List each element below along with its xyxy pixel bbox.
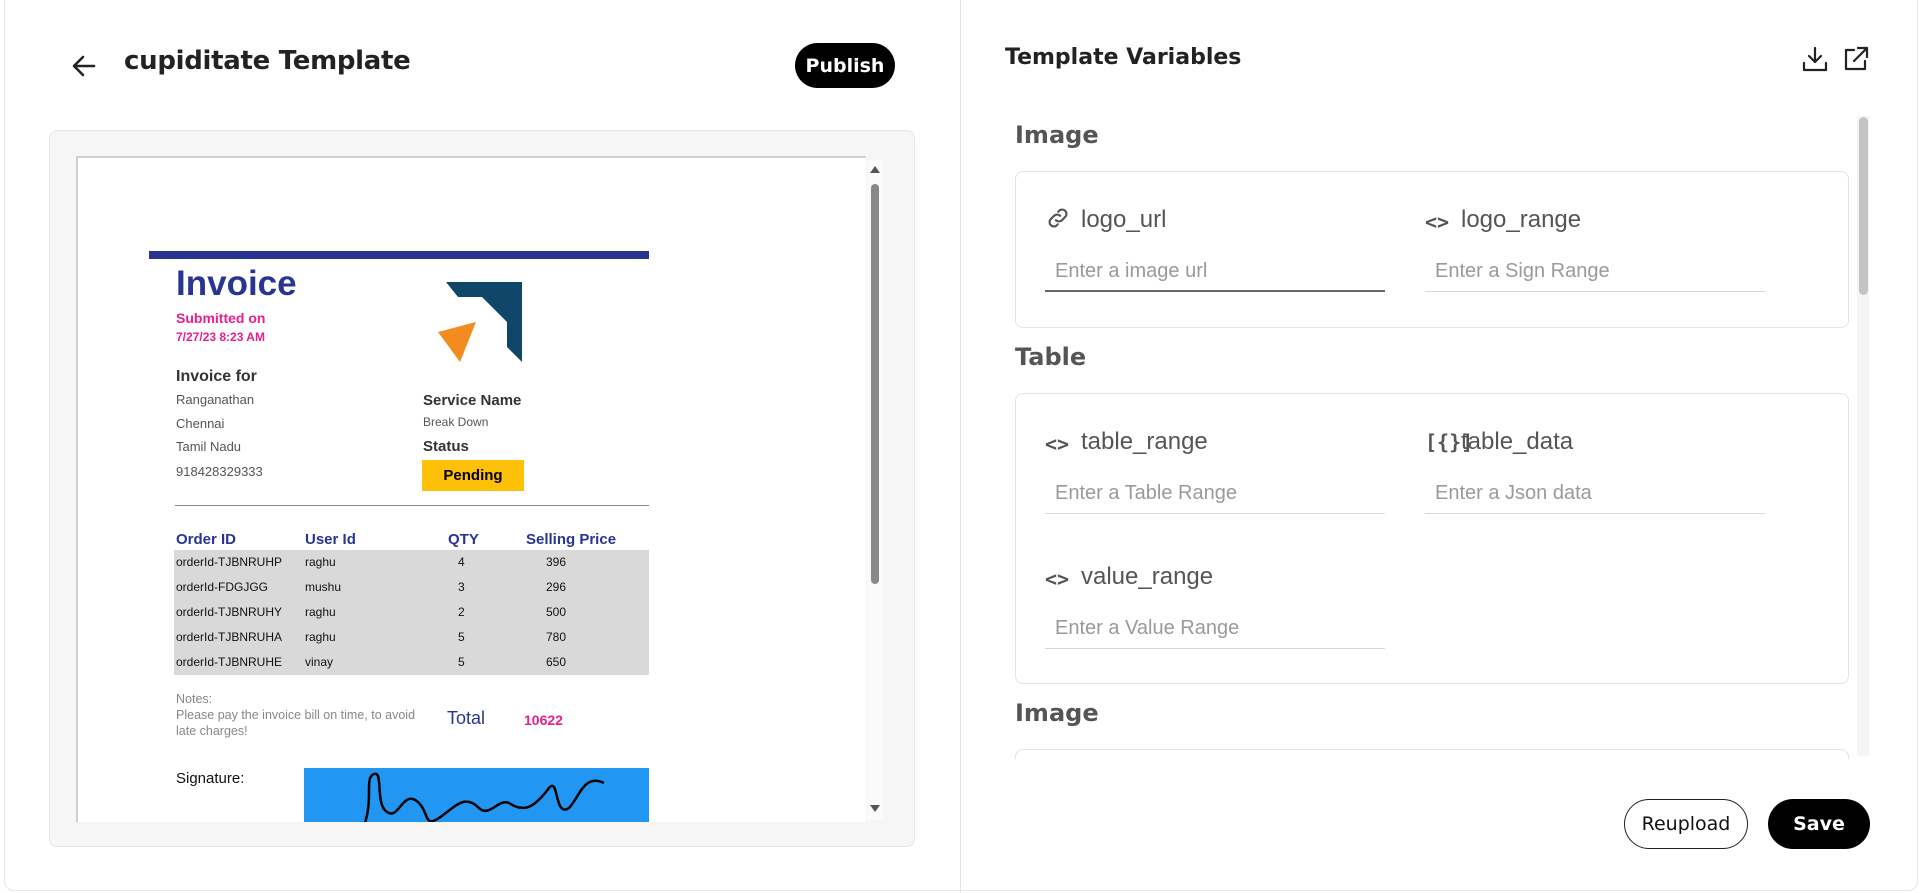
company-logo (438, 282, 522, 362)
template-variables-title: Template Variables (1005, 45, 1242, 70)
cell-selling-price: 780 (546, 630, 567, 644)
cell-order-id: orderId-TJBNRUHA (176, 630, 283, 644)
customer-city: Chennai (176, 416, 225, 431)
link-icon (1048, 208, 1068, 228)
column-header-order-id: Order ID (176, 531, 237, 548)
section-title-table: Table (1015, 343, 1087, 371)
status-label: Status (423, 438, 469, 455)
section-title-image: Image (1015, 121, 1099, 149)
customer-phone: 918428329333 (176, 464, 263, 479)
status-badge: Pending (422, 460, 524, 491)
code-icon: <> (1425, 210, 1450, 234)
field-label-value-range: value_range (1081, 563, 1214, 590)
table-range-input[interactable] (1045, 474, 1385, 514)
scroll-down-icon[interactable] (870, 805, 880, 812)
cell-qty: 5 (458, 630, 465, 644)
cell-selling-price: 396 (546, 555, 567, 569)
image-variables-card-2 (1015, 749, 1849, 759)
panel-divider (960, 0, 961, 893)
cell-selling-price: 500 (546, 605, 567, 619)
scroll-up-icon[interactable] (870, 166, 880, 173)
signature-label: Signature: (176, 770, 245, 787)
total-label: Total (447, 708, 486, 728)
image-variables-card (1015, 171, 1849, 328)
page-title: cupiditate Template (124, 46, 411, 76)
cell-qty: 3 (458, 580, 465, 594)
cell-user-id: mushu (305, 580, 342, 594)
cell-selling-price: 296 (546, 580, 567, 594)
cell-order-id: orderId-FDGJGG (176, 580, 269, 594)
submitted-label: Submitted on (176, 310, 266, 326)
cell-qty: 5 (458, 655, 465, 669)
signature-image (304, 768, 649, 822)
variables-scroll-thumb[interactable] (1859, 117, 1868, 295)
submitted-date: 7/27/23 8:23 AM (176, 330, 265, 344)
save-button[interactable]: Save (1768, 799, 1870, 849)
code-icon: <> (1045, 567, 1070, 591)
column-header-selling-price: Selling Price (526, 531, 617, 548)
cell-qty: 2 (458, 605, 465, 619)
table-data-input[interactable] (1425, 474, 1765, 514)
field-label-logo-range: logo_range (1461, 206, 1582, 233)
service-name-label: Service Name (423, 392, 522, 409)
column-header-qty: QTY (448, 531, 479, 548)
notes-text: Please pay the invoice bill on time, to … (176, 708, 416, 738)
cell-user-id: raghu (305, 555, 336, 569)
section-title-image-2: Image (1015, 699, 1099, 727)
cell-user-id: raghu (305, 630, 336, 644)
cell-selling-price: 650 (546, 655, 567, 669)
publish-button[interactable]: Publish (795, 43, 895, 88)
service-name-value: Break Down (423, 415, 489, 429)
cell-order-id: orderId-TJBNRUHY (176, 605, 283, 619)
field-label-table-data: table_data (1461, 428, 1574, 455)
reupload-button[interactable]: Reupload (1624, 799, 1748, 849)
notes: Notes: Please pay the invoice bill on ti… (176, 691, 436, 739)
cell-qty: 4 (458, 555, 465, 569)
column-header-user-id: User Id (305, 531, 356, 548)
field-label-table-range: table_range (1081, 428, 1208, 455)
cell-order-id: orderId-TJBNRUHP (176, 555, 283, 569)
total-value: 10622 (524, 712, 563, 728)
arrow-left-icon[interactable] (70, 52, 98, 80)
customer-state: Tamil Nadu (176, 439, 242, 454)
cell-user-id: raghu (305, 605, 336, 619)
invoice-title: Invoice (176, 264, 297, 303)
notes-label: Notes: (176, 692, 213, 706)
logo-url-input[interactable] (1045, 252, 1385, 292)
preview-scrollbar[interactable] (867, 160, 883, 820)
invoice-preview[interactable]: Invoice Submitted on 7/27/23 8:23 AM Inv… (76, 156, 866, 822)
field-label-logo-url: logo_url (1081, 206, 1167, 233)
invoice-for-label: Invoice for (176, 368, 257, 385)
header-bar (149, 251, 649, 259)
customer-name: Ranganathan (176, 392, 255, 407)
cell-order-id: orderId-TJBNRUHE (176, 655, 283, 669)
code-icon: <> (1045, 432, 1070, 456)
value-range-input[interactable] (1045, 609, 1385, 649)
external-link-icon[interactable] (1841, 44, 1871, 74)
scroll-thumb[interactable] (871, 184, 879, 584)
divider-line (175, 505, 649, 506)
logo-range-input[interactable] (1425, 252, 1765, 292)
download-icon[interactable] (1800, 44, 1830, 74)
cell-user-id: vinay (305, 655, 334, 669)
